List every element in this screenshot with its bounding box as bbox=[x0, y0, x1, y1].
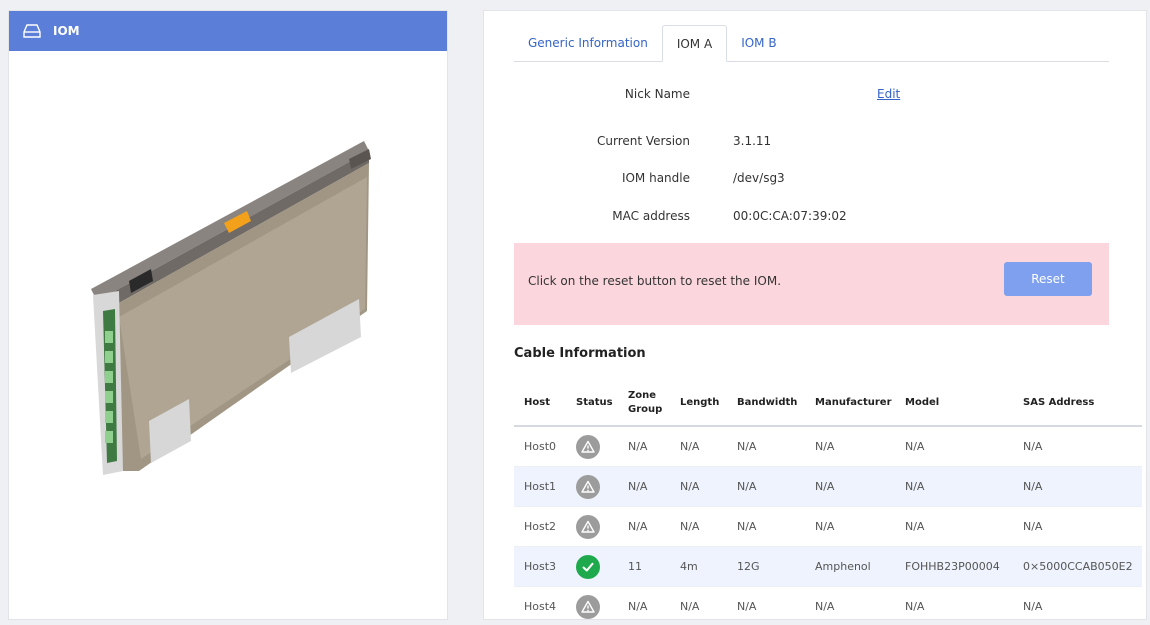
cell-status bbox=[566, 506, 618, 547]
cell-manufacturer: N/A bbox=[805, 586, 895, 619]
cell-sas-address: N/A bbox=[1013, 506, 1142, 547]
current-version-value: 3.1.11 bbox=[733, 134, 772, 148]
reset-button[interactable]: Reset bbox=[1004, 262, 1092, 296]
cell-zone-group: 11 bbox=[618, 546, 670, 587]
cell-model: N/A bbox=[895, 466, 1013, 507]
cable-information-title: Cable Information bbox=[514, 346, 646, 361]
cell-bandwidth: N/A bbox=[727, 426, 805, 467]
cell-status bbox=[566, 586, 618, 619]
warning-icon bbox=[576, 474, 600, 499]
tab-generic-information[interactable]: Generic Information bbox=[514, 25, 662, 61]
cell-length: N/A bbox=[670, 466, 727, 507]
iom-handle-row: IOM handle bbox=[484, 171, 690, 189]
tab-iom-a[interactable]: IOM A bbox=[661, 25, 728, 62]
table-row: Host1 N/A N/A N/A N/A N/A N/A bbox=[514, 466, 1142, 507]
cell-zone-group: N/A bbox=[618, 426, 670, 467]
cell-sas-address: N/A bbox=[1013, 466, 1142, 507]
cell-status bbox=[566, 546, 618, 587]
cell-host: Host0 bbox=[514, 426, 566, 467]
cell-manufacturer: N/A bbox=[805, 506, 895, 547]
warning-icon bbox=[576, 514, 600, 539]
cell-status bbox=[566, 466, 618, 507]
nick-name-row: Nick Name bbox=[484, 87, 690, 105]
tab-iom-b[interactable]: IOM B bbox=[727, 25, 790, 61]
column-header-status: Status bbox=[566, 381, 618, 427]
column-header-sas-address: SAS Address bbox=[1013, 381, 1142, 427]
column-header-model: Model bbox=[895, 381, 1013, 427]
tab-bar: Generic Information IOM A IOM B bbox=[514, 25, 1109, 62]
cell-sas-address: N/A bbox=[1013, 426, 1142, 467]
cell-sas-address: 0×5000CCAB050E2 bbox=[1013, 546, 1142, 587]
cell-manufacturer: N/A bbox=[805, 426, 895, 467]
column-header-bandwidth: Bandwidth bbox=[727, 381, 805, 427]
iom-image-panel: IOM bbox=[8, 10, 448, 620]
warning-icon bbox=[576, 594, 600, 619]
drive-icon bbox=[23, 24, 41, 38]
reset-alert: Click on the reset button to reset the I… bbox=[514, 243, 1109, 325]
table-row: Host2 N/A N/A N/A N/A N/A N/A bbox=[514, 506, 1142, 547]
cable-table-header: Host Status Zone Group Length Bandwidth … bbox=[514, 381, 1142, 427]
cell-host: Host3 bbox=[514, 546, 566, 587]
cell-model: N/A bbox=[895, 586, 1013, 619]
edit-nick-name-link[interactable]: Edit bbox=[877, 87, 900, 101]
cell-model: N/A bbox=[895, 506, 1013, 547]
reset-alert-message: Click on the reset button to reset the I… bbox=[528, 274, 782, 288]
cell-length: N/A bbox=[670, 586, 727, 619]
cell-zone-group: N/A bbox=[618, 586, 670, 619]
iom-device-image bbox=[79, 141, 379, 485]
cell-length: N/A bbox=[670, 506, 727, 547]
cell-host: Host4 bbox=[514, 586, 566, 619]
cell-model: FOHHB23P00004 bbox=[895, 546, 1013, 587]
panel-header: IOM bbox=[9, 11, 447, 51]
cell-model: N/A bbox=[895, 426, 1013, 467]
cable-table: Host Status Zone Group Length Bandwidth … bbox=[514, 381, 1142, 619]
column-header-length: Length bbox=[670, 381, 727, 427]
table-row: Host3 11 4m 12G Amphenol FOHHB23P00004 0×5000C… bbox=[514, 546, 1142, 587]
column-header-zone-group: Zone Group bbox=[618, 381, 670, 427]
current-version-label: Current Version bbox=[596, 134, 690, 148]
warning-icon bbox=[576, 434, 600, 459]
cell-bandwidth: N/A bbox=[727, 586, 805, 619]
mac-address-label: MAC address bbox=[612, 209, 690, 223]
column-header-host: Host bbox=[514, 381, 566, 427]
cell-zone-group: N/A bbox=[618, 506, 670, 547]
cell-length: N/A bbox=[670, 426, 727, 467]
mac-address-row: MAC address bbox=[484, 209, 690, 227]
table-row: Host0 N/A N/A N/A N/A N/A N/A bbox=[514, 426, 1142, 467]
nick-name-label: Nick Name bbox=[624, 87, 690, 101]
iom-handle-label: IOM handle bbox=[621, 171, 690, 185]
check-circle-icon bbox=[576, 554, 600, 579]
cell-length: 4m bbox=[670, 546, 727, 587]
current-version-row: Current Version bbox=[484, 134, 690, 152]
iom-handle-value: /dev/sg3 bbox=[733, 171, 785, 185]
mac-address-value: 00:0C:CA:07:39:02 bbox=[733, 209, 847, 223]
column-header-manufacturer: Manufacturer bbox=[805, 381, 895, 427]
table-row: Host4 N/A N/A N/A N/A N/A N/A bbox=[514, 586, 1142, 619]
cell-manufacturer: Amphenol bbox=[805, 546, 895, 587]
cell-zone-group: N/A bbox=[618, 466, 670, 507]
cell-bandwidth: N/A bbox=[727, 466, 805, 507]
cell-host: Host1 bbox=[514, 466, 566, 507]
cell-host: Host2 bbox=[514, 506, 566, 547]
cell-sas-address: N/A bbox=[1013, 586, 1142, 619]
cell-manufacturer: N/A bbox=[805, 466, 895, 507]
cable-table-body: Host0 N/A N/A N/A N/A N/A N/A Host1 N/A N/A N/A N/A… bbox=[514, 426, 1142, 619]
cell-status bbox=[566, 426, 618, 467]
iom-details-panel: Generic Information IOM A IOM B Nick Nam… bbox=[483, 10, 1147, 620]
cell-bandwidth: N/A bbox=[727, 506, 805, 547]
cell-bandwidth: 12G bbox=[727, 546, 805, 587]
panel-title: IOM bbox=[53, 24, 80, 38]
